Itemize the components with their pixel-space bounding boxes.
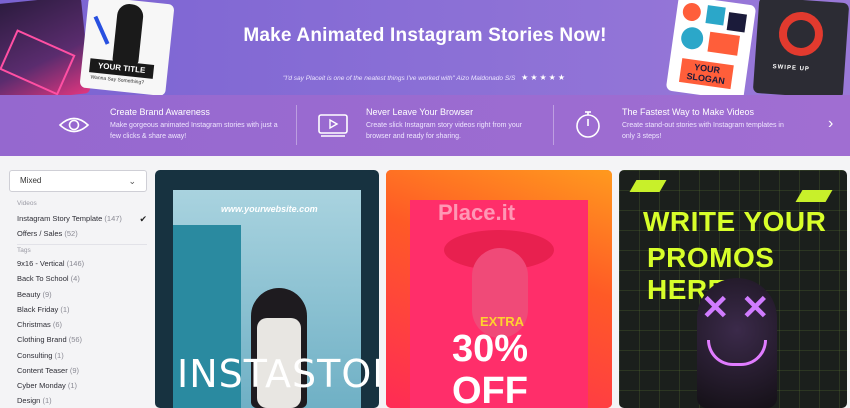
divider [17,244,147,245]
square-shape [705,5,726,26]
feature-brand-awareness: Create Brand Awareness Make gorgeous ani… [0,95,296,156]
square-shape [726,12,747,33]
filter-count: (147) [104,214,122,223]
feature-title: The Fastest Way to Make Videos [622,107,755,117]
tag-count: (1) [42,396,52,405]
card-headline: INSTASTORY [177,352,379,396]
tag-count: (6) [52,320,63,329]
tag-count: (1) [60,305,70,314]
tag-label: Design [17,396,41,405]
videos-section-label: Videos [17,200,37,207]
filter-label: Offers / Sales [17,229,63,238]
feature-desc: Create stand-out stories with Instagram … [622,122,784,140]
filter-sidebar: Mixed ⌄ Videos Instagram Story Template … [0,156,152,408]
tag-count: (146) [66,259,85,268]
tag-item[interactable]: Back To School (4) [17,274,147,284]
thumb-swipe-text: SWIPE UP [772,64,811,73]
tags-section-label: Tags [17,247,31,254]
feature-desc: Create slick Instagram story videos righ… [366,122,522,140]
x-eye-icon: ✕ [741,289,770,327]
checkmark-icon: ✔ [139,214,147,224]
rect-shape [707,31,740,56]
filter-label: Instagram Story Template [17,214,103,223]
tag-label: Back To School [17,274,69,283]
carousel-next-arrow-icon[interactable]: › [828,116,833,132]
card-extra-label: EXTRA [480,314,525,329]
template-card-30-off[interactable]: Place.it EXTRA 30% OFF [386,170,612,408]
x-eye-icon: ✕ [701,289,730,327]
filter-item-instagram-story-template[interactable]: Instagram Story Template (147) ✔ [17,214,147,224]
feature-desc: Make gorgeous animated Instagram stories… [110,122,278,140]
thumb-slogan: YOUR SLOGAN [678,58,734,90]
hero-banner: YOUR TITLE Wanna Say Something? Make Ani… [0,0,850,95]
sort-dropdown[interactable]: Mixed ⌄ [9,170,147,192]
tag-label: Christmas [17,320,51,329]
watermark-logo: Place.it [438,200,516,225]
card-discount: 30% [452,328,529,370]
hero-template-thumb-right-1: YOUR SLOGAN [665,0,757,95]
tag-count: (1) [67,381,78,390]
tag-count: (4) [70,274,80,283]
feature-title: Never Leave Your Browser [366,107,474,117]
circle-shape [679,25,705,51]
tag-item[interactable]: Cyber Monday (1) [17,381,147,391]
tag-item[interactable]: Beauty (9) [17,290,147,300]
eye-icon [58,112,90,138]
tag-label: 9x16 - Vertical [17,259,65,268]
video-player-icon [317,112,349,138]
features-bar: Create Brand Awareness Make gorgeous ani… [0,95,850,156]
tag-item[interactable]: Black Friday (1) [17,305,147,315]
template-card-instastory[interactable]: www.yourwebsite.com INSTASTORY [155,170,379,408]
tag-count: (9) [42,290,52,299]
tag-label: Black Friday [17,305,59,314]
tag-label: Consulting [17,351,53,360]
headphones-icon [777,10,825,58]
tag-item[interactable]: Clothing Brand (56) [17,335,147,345]
card-headline-line1: WRITE YOUR [643,206,827,237]
tag-label: Cyber Monday [17,381,66,390]
filter-item-offers-sales[interactable]: Offers / Sales (52) [17,229,147,239]
template-card-write-promos[interactable]: WRITE YOUR PROMOS HERE ✕ ✕ [619,170,847,408]
chevron-down-icon: ⌄ [128,176,136,186]
stopwatch-icon [572,108,604,140]
tag-item[interactable]: Consulting (1) [17,351,147,361]
card-off-label: OFF [452,370,528,408]
tag-item[interactable]: Christmas (6) [17,320,147,330]
circle-shape [681,1,702,23]
tag-count: (9) [69,366,79,375]
tag-item[interactable]: Content Teaser (9) [17,366,147,376]
hero-template-thumb-right-2: SWIPE UP [752,0,850,95]
tag-count: (56) [68,335,83,344]
tag-label: Content Teaser [17,366,68,375]
tag-count: (1) [54,351,64,360]
feature-title: Create Brand Awareness [110,107,210,117]
dropdown-value: Mixed [20,176,42,185]
tag-item[interactable]: 9x16 - Vertical (146) [17,259,147,269]
tag-item[interactable]: Design (1) [17,396,147,406]
rating-stars-icon: ★★★★★ [521,73,567,82]
quote-text: "I'd say Placeit is one of the neatest t… [283,75,516,82]
tag-label: Beauty [17,290,41,299]
feature-fastest: The Fastest Way to Make Videos Create st… [554,95,814,156]
tag-label: Clothing Brand [17,335,67,344]
feature-browser: Never Leave Your Browser Create slick In… [297,95,553,156]
filter-count: (52) [64,229,78,238]
card-url-text: www.yourwebsite.com [221,204,318,214]
